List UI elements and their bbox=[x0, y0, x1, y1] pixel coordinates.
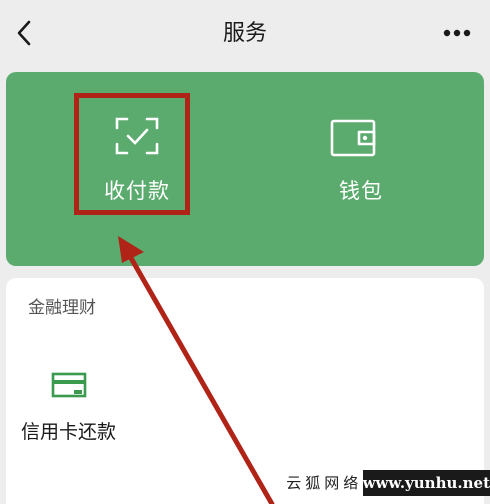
watermark-cn: 云狐网络 bbox=[286, 470, 363, 496]
watermark-url: www.yunhu.net bbox=[362, 470, 490, 496]
watermark: 云狐网络 www.yunhu.net bbox=[286, 470, 490, 496]
top-bar: 服务 bbox=[0, 0, 490, 68]
wallet-label: 钱包 bbox=[339, 179, 383, 203]
credit-card-icon bbox=[51, 372, 87, 398]
credit-card-repay-label: 信用卡还款 bbox=[21, 421, 117, 443]
more-icon[interactable] bbox=[442, 28, 472, 38]
highlight-box bbox=[74, 93, 190, 215]
finance-section-title: 金融理财 bbox=[28, 298, 96, 318]
wallet-button[interactable]: 钱包 bbox=[245, 72, 484, 266]
page-title: 服务 bbox=[222, 21, 267, 46]
wallet-icon bbox=[330, 119, 376, 157]
